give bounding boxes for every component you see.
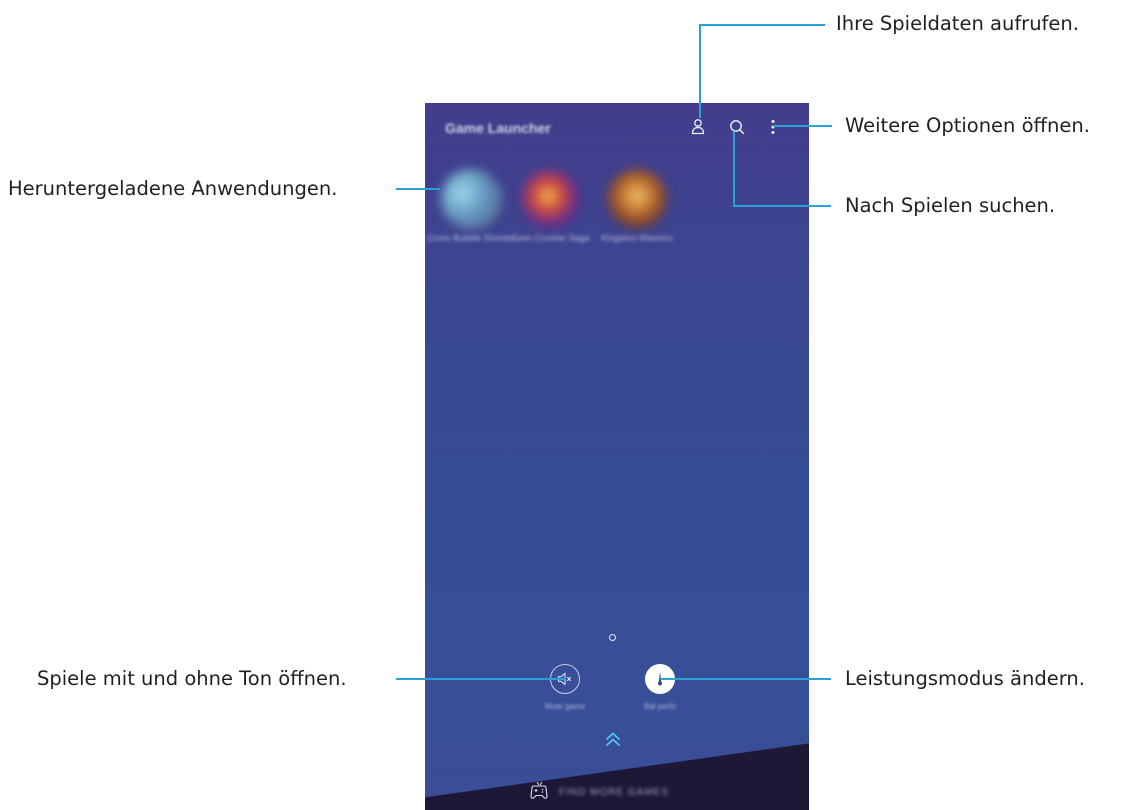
callout-line-profile-h (699, 24, 825, 26)
callout-line-search (733, 131, 735, 207)
game-tile[interactable]: Kingdom Warriors (591, 169, 683, 244)
game-thumbnail (441, 169, 501, 229)
callout-line-profile (699, 25, 701, 118)
manual-illustration: Game Launcher Cross Bubble Shooter Gem C… (0, 0, 1122, 810)
find-more-games-button[interactable]: FIND MORE GAMES (425, 780, 809, 806)
mute-game-label: Mute game (544, 702, 586, 711)
callout-line-search-h (733, 205, 831, 207)
callout-line-downloaded (396, 188, 440, 190)
game-thumbnail (521, 169, 581, 229)
game-tile[interactable]: Gem Crusher Saga (505, 169, 597, 244)
person-icon (691, 119, 705, 135)
profile-button[interactable] (687, 116, 709, 138)
search-button[interactable] (726, 116, 748, 138)
callout-performance: Leistungsmodus ändern. (845, 667, 1085, 690)
app-title: Game Launcher (445, 120, 551, 136)
game-tile[interactable]: Cross Bubble Shooter (425, 169, 517, 244)
game-thumbnail (607, 169, 667, 229)
find-more-games-label: FIND MORE GAMES (559, 787, 670, 798)
callout-search: Nach Spielen suchen. (845, 194, 1056, 217)
more-vert-icon (771, 120, 775, 134)
game-launcher-screen: Game Launcher Cross Bubble Shooter Gem C… (425, 103, 809, 810)
chevron-double-up-icon[interactable] (603, 730, 623, 748)
more-options-button[interactable] (762, 116, 784, 138)
performance-mode-label: Bal perfo (643, 702, 677, 711)
callout-line-performance (660, 678, 831, 680)
callout-more-options: Weitere Optionen öffnen. (845, 114, 1090, 137)
game-name: Kingdom Warriors (601, 233, 673, 243)
search-icon (730, 120, 745, 135)
callout-downloaded: Heruntergeladene Anwendungen. (8, 177, 338, 200)
game-name: Cross Bubble Shooter (426, 233, 516, 243)
callout-line-more (773, 125, 832, 127)
callout-line-mute (396, 678, 566, 680)
page-indicator (609, 634, 616, 641)
callout-mute: Spiele mit und ohne Ton öffnen. (37, 667, 347, 690)
callout-profile: Ihre Spieldaten aufrufen. (836, 12, 1079, 35)
game-controller-icon (530, 781, 548, 799)
game-name: Gem Crusher Saga (512, 233, 590, 243)
